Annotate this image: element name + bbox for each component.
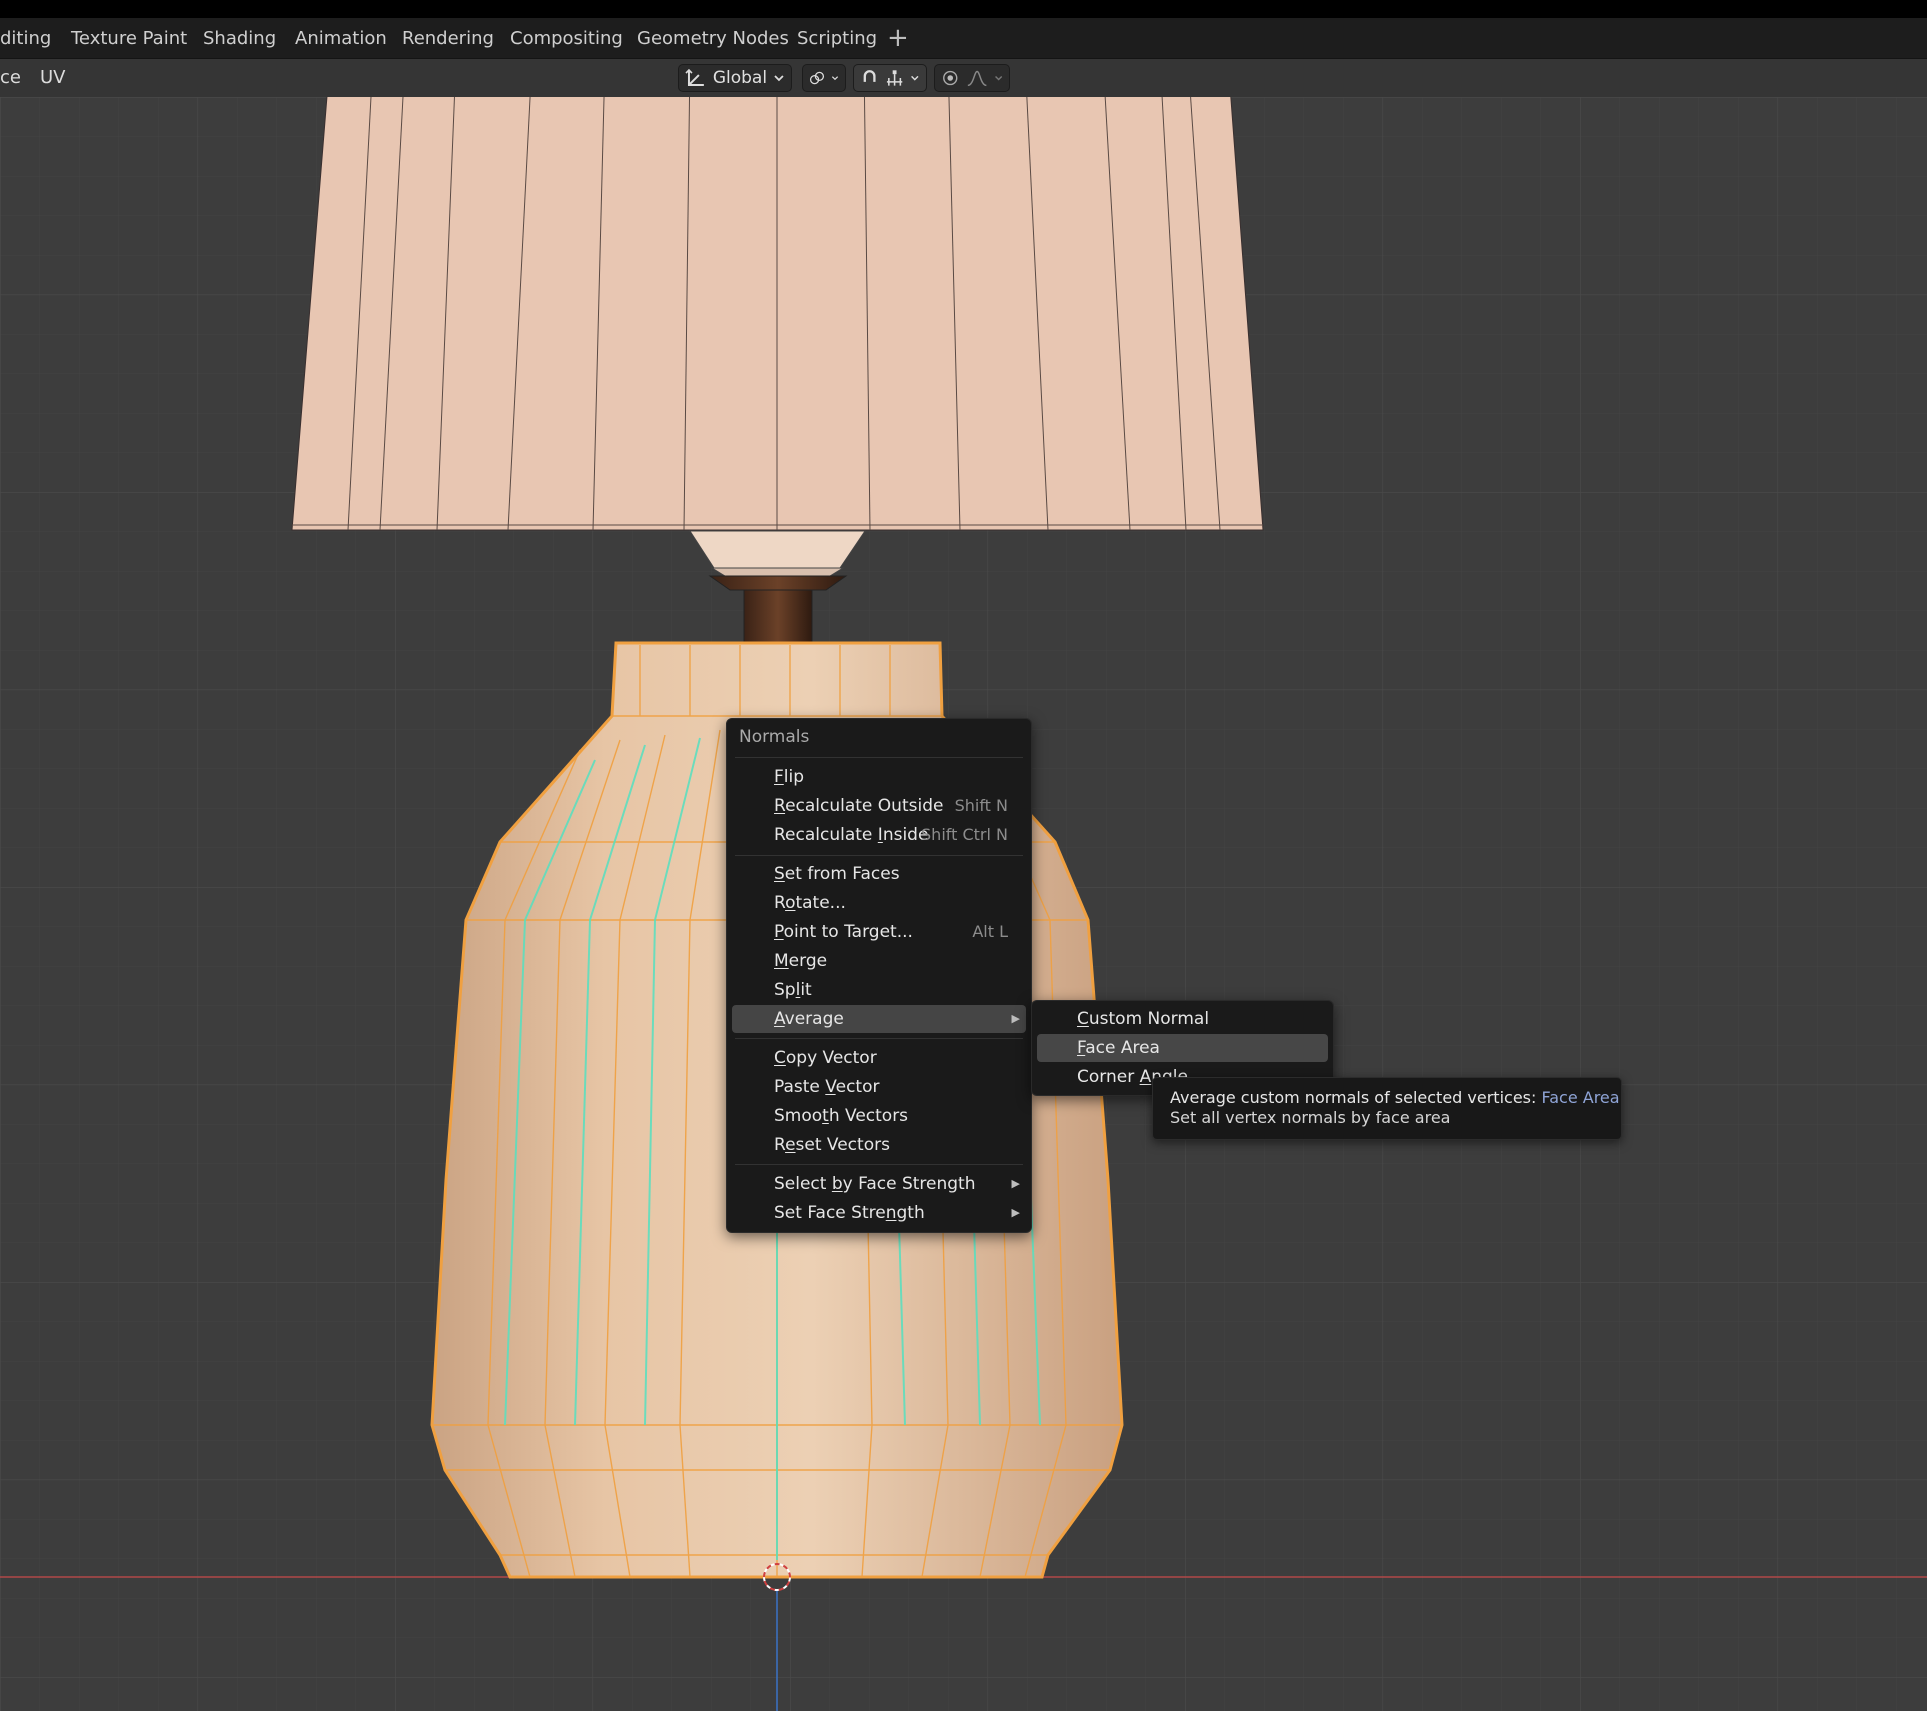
lamp-shade: [291, 97, 1264, 531]
submenu-item-custom-normal[interactable]: Custom Normal: [1037, 1005, 1328, 1033]
tab-geometry-nodes[interactable]: Geometry Nodes: [637, 18, 789, 58]
snap-magnet-icon: [863, 70, 876, 82]
shortcut-label: Alt L: [972, 922, 1008, 941]
workspace-tabs: diting Texture Paint Shading Animation R…: [0, 18, 1927, 59]
tooltip-text: Average custom normals of selected verti…: [1170, 1088, 1542, 1107]
pivot-link-icon: [809, 71, 825, 85]
menu-item-set-from-faces[interactable]: Set from Faces: [732, 860, 1026, 888]
chevron-down-icon: [831, 76, 839, 81]
tab-compositing[interactable]: Compositing: [510, 18, 623, 58]
submenu-arrow-icon: ▶: [1011, 1206, 1020, 1219]
menu-item-select-by-face-strength[interactable]: Select by Face Strength ▶: [732, 1170, 1026, 1198]
shortcut-label: Shift Ctrl N: [921, 825, 1008, 844]
tab-editing[interactable]: diting: [0, 18, 51, 58]
snap-increment-icon: [887, 70, 903, 86]
proportional-edit-icon: [943, 70, 958, 86]
menu-item-copy-vector[interactable]: Copy Vector: [732, 1044, 1026, 1072]
menu-item-rotate[interactable]: Rotate...: [732, 889, 1026, 917]
tooltip-operator-name: Face Area: [1541, 1088, 1620, 1107]
menu-title: Normals: [739, 727, 810, 747]
transform-orientation-dropdown[interactable]: Global: [678, 64, 792, 92]
shortcut-label: Shift N: [954, 796, 1008, 815]
menu-item-recalculate-outside[interactable]: Recalculate Outside Shift N: [732, 792, 1026, 820]
tooltip: Average custom normals of selected verti…: [1152, 1077, 1622, 1140]
menu-item-recalculate-inside[interactable]: Recalculate Inside Shift Ctrl N: [732, 821, 1026, 849]
menu-item-merge[interactable]: Merge: [732, 947, 1026, 975]
submenu-arrow-icon: ▶: [1011, 1012, 1020, 1025]
menu-item-paste-vector[interactable]: Paste Vector: [732, 1073, 1026, 1101]
proportional-editing-controls[interactable]: [934, 64, 1010, 92]
viewport-header: ce UV Global: [0, 59, 1927, 97]
tab-texture-paint[interactable]: Texture Paint: [71, 18, 187, 58]
menu-item-set-face-strength[interactable]: Set Face Strength ▶: [732, 1199, 1026, 1227]
menu-item-flip[interactable]: Flip: [732, 763, 1026, 791]
submenu-arrow-icon: ▶: [1011, 1177, 1020, 1190]
submenu-item-face-area[interactable]: Face Area: [1037, 1034, 1328, 1062]
tab-rendering[interactable]: Rendering: [402, 18, 494, 58]
falloff-curve-icon: [967, 70, 987, 87]
tooltip-description: Set all vertex normals by face area: [1170, 1108, 1451, 1127]
chevron-down-icon: [911, 75, 919, 81]
menu-uv[interactable]: UV: [40, 59, 66, 97]
orientation-label: Global: [712, 68, 768, 88]
menu-divider: [735, 757, 1023, 758]
add-workspace-icon[interactable]: +: [887, 18, 909, 58]
snapping-controls[interactable]: [853, 64, 927, 92]
tab-shading[interactable]: Shading: [203, 18, 276, 58]
menu-item-split[interactable]: Split: [732, 976, 1026, 1004]
menu-item-reset-vectors[interactable]: Reset Vectors: [732, 1131, 1026, 1159]
chevron-down-icon: [774, 75, 784, 82]
menu-item-smooth-vectors[interactable]: Smooth Vectors: [732, 1102, 1026, 1130]
tab-animation[interactable]: Animation: [295, 18, 387, 58]
menu-face[interactable]: ce: [0, 59, 21, 97]
title-bar: [0, 0, 1927, 18]
menu-divider: [735, 1164, 1023, 1165]
chevron-down-icon: [994, 75, 1002, 81]
menu-divider: [735, 855, 1023, 856]
normals-context-menu: Normals Flip Recalculate Outside Shift N …: [726, 718, 1032, 1233]
menu-item-point-to-target[interactable]: Point to Target... Alt L: [732, 918, 1026, 946]
menu-item-average[interactable]: Average ▶: [732, 1005, 1026, 1033]
tab-scripting[interactable]: Scripting: [797, 18, 877, 58]
menu-divider: [735, 1038, 1023, 1039]
pivot-point-dropdown[interactable]: [802, 64, 846, 92]
orientation-axes-icon: [685, 68, 704, 86]
